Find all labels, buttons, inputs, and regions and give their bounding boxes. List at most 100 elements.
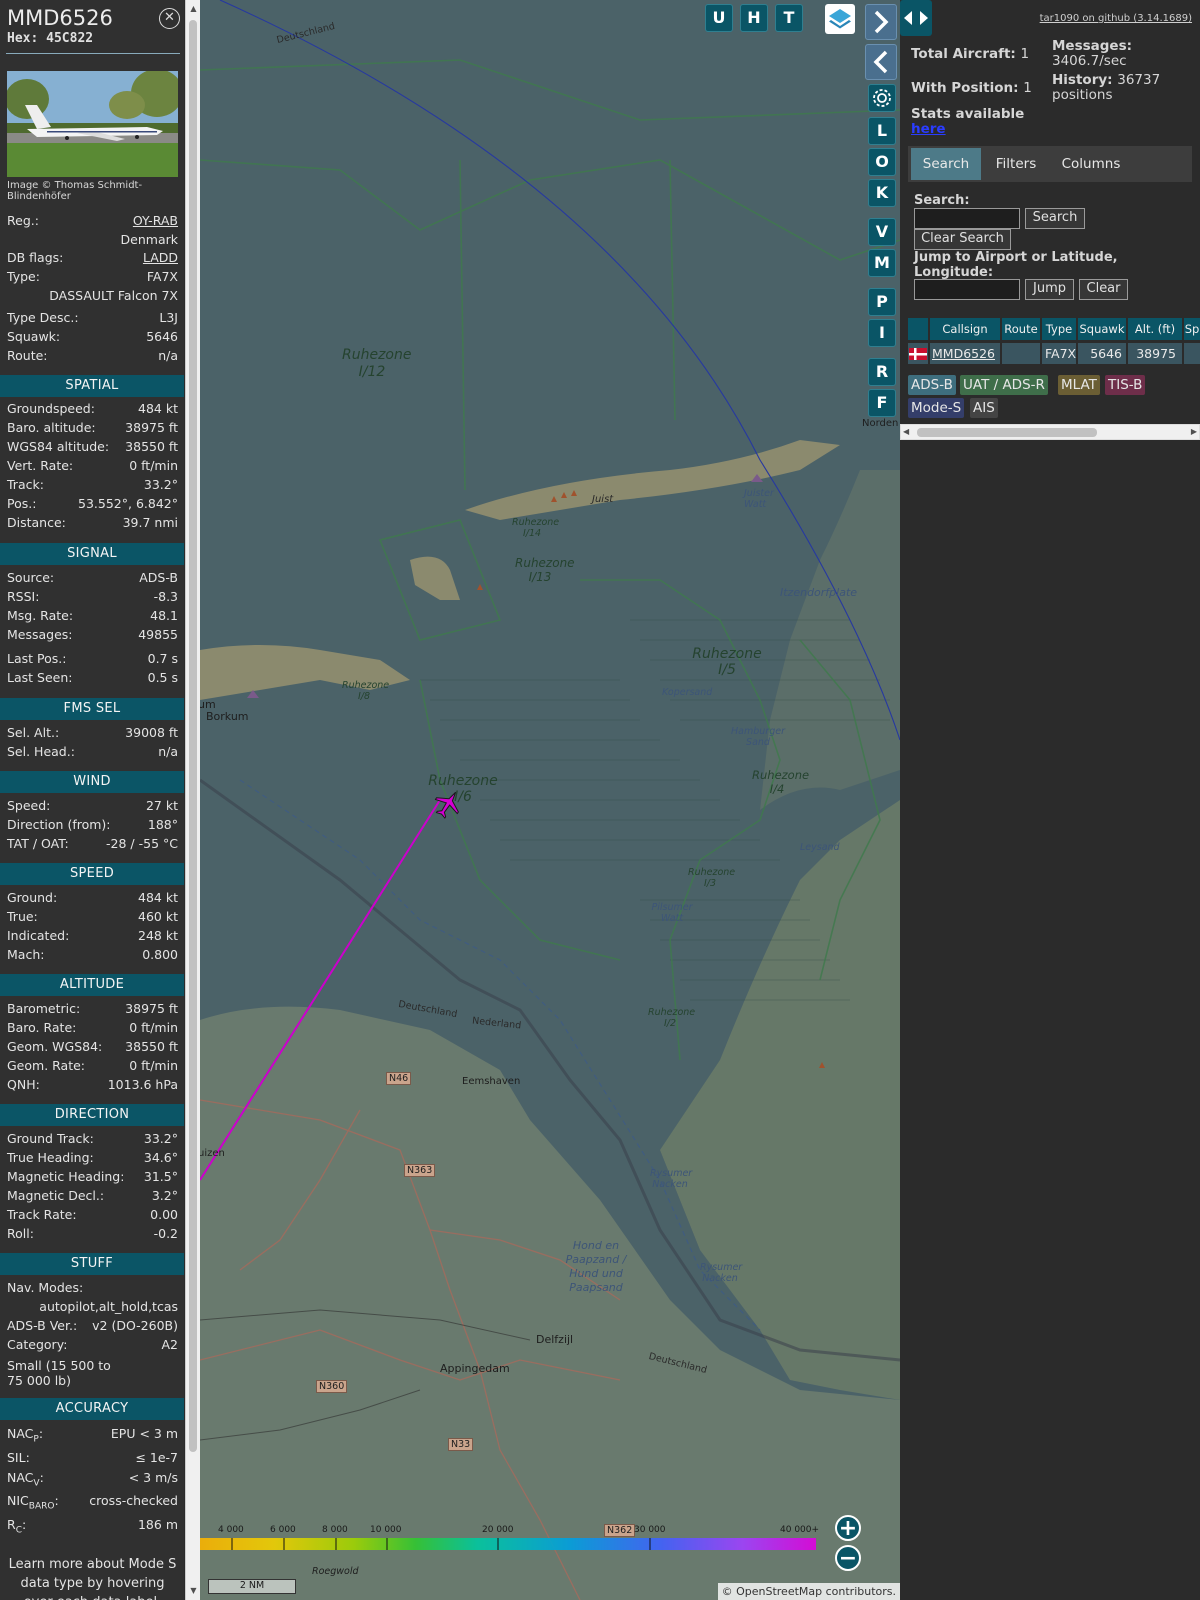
section-signal[interactable]: SIGNAL — [0, 543, 184, 565]
button-o[interactable]: O — [868, 148, 896, 176]
collapse-sidebar-button[interactable] — [865, 4, 897, 40]
button-i[interactable]: I — [868, 319, 896, 347]
signal-row: Messages: 49855 — [7, 627, 178, 642]
section-direction[interactable]: DIRECTION — [0, 1104, 184, 1126]
table-row-squawk: 5646 — [1078, 343, 1126, 364]
toggle-panel-button[interactable] — [900, 0, 932, 36]
button-r[interactable]: R — [868, 358, 896, 386]
spatial-row: Baro. altitude: 38975 ft — [7, 420, 178, 435]
column-header-callsign[interactable]: Callsign — [930, 318, 1000, 340]
section-stuff[interactable]: STUFF — [0, 1253, 184, 1275]
column-header-type[interactable]: Type — [1042, 318, 1076, 340]
altitude-row: Geom. WGS84: 38550 ft — [7, 1039, 178, 1054]
section-wind[interactable]: WIND — [0, 771, 184, 793]
map-label-ruhezone: Ruhezone I/13 — [515, 556, 575, 584]
map-label-norden: Norden — [862, 418, 899, 429]
section-fms-sel[interactable]: FMS SEL — [0, 698, 184, 720]
section-speed[interactable]: SPEED — [0, 863, 184, 885]
sil-row: SIL: ≤ 1e-7 — [7, 1450, 178, 1465]
legend-label: 8 000 — [322, 1525, 348, 1535]
spatial-row: Distance: 39.7 nmi — [7, 515, 178, 530]
road-shield: N46 — [386, 1072, 412, 1085]
reg-link[interactable]: OY-RAB — [133, 212, 178, 230]
badge-ais: AIS — [970, 398, 998, 418]
squawk-row: Squawk: 5646 — [7, 329, 178, 344]
adsb-version-row: ADS-B Ver.: v2 (DO-260B) — [7, 1318, 178, 1333]
search-input[interactable] — [914, 208, 1020, 229]
close-icon[interactable]: ✕ — [159, 8, 180, 29]
table-row-route — [1002, 343, 1040, 364]
badge-uat-adsr: UAT / ADS-R — [960, 375, 1048, 395]
github-link[interactable]: tar1090 on github (3.14.1689) — [1040, 13, 1192, 24]
table-row-speed — [1184, 343, 1200, 364]
stats-here-link[interactable]: here — [911, 121, 946, 137]
map-view[interactable]: Ruhezone I/12 Ruhezone I/14 Ruhezone I/1… — [200, 0, 900, 1600]
button-p[interactable]: P — [868, 288, 896, 316]
column-header-squawk[interactable]: Squawk — [1078, 318, 1126, 340]
map-attribution[interactable]: © OpenStreetMap contributors. — [717, 1583, 900, 1600]
section-altitude[interactable]: ALTITUDE — [0, 974, 184, 996]
tab-search[interactable]: Search — [911, 148, 981, 180]
sidebar-scrollbar[interactable]: ▲ ▼ — [185, 0, 200, 1600]
expand-sidebar-button[interactable] — [865, 44, 897, 80]
scrollbar-thumb[interactable] — [189, 20, 197, 1452]
type-full-row: DASSAULT Falcon 7X — [49, 288, 178, 303]
scroll-right-arrow-icon[interactable]: ▶ — [1191, 427, 1197, 436]
column-header-speed[interactable]: Sp — [1184, 318, 1200, 340]
button-h[interactable]: H — [740, 4, 768, 32]
zoom-out-button[interactable]: − — [835, 1545, 861, 1571]
scrollbar-thumb[interactable] — [917, 428, 1097, 437]
aircraft-photo[interactable] — [7, 71, 178, 177]
map-canvas[interactable] — [200, 0, 900, 1600]
spatial-row: Pos.: 53.552°, 6.842° — [7, 496, 178, 511]
road-shield: N360 — [316, 1380, 348, 1393]
speed-row: Mach: 0.800 — [7, 947, 178, 962]
dbflags-row: DB flags: LADD — [7, 249, 178, 267]
dbflags-link[interactable]: LADD — [143, 249, 178, 267]
button-k[interactable]: K — [868, 179, 896, 207]
section-accuracy[interactable]: ACCURACY — [0, 1398, 184, 1420]
with-position: With Position: 1 — [911, 80, 1032, 96]
column-header-route[interactable]: Route — [1002, 318, 1040, 340]
map-label-ruhezone: Ruhezone I/2 — [648, 1007, 696, 1029]
jump-button[interactable]: Jump — [1025, 279, 1074, 300]
scroll-up-arrow-icon[interactable]: ▲ — [186, 4, 201, 13]
button-f[interactable]: F — [868, 389, 896, 417]
direction-row: Ground Track: 33.2° — [7, 1131, 178, 1146]
settings-button[interactable] — [868, 84, 896, 112]
type-row: Type: FA7X — [7, 269, 178, 284]
map-label-eemshaven: Eemshaven — [462, 1076, 521, 1087]
nav-modes-value: autopilot,alt_hold,tcas — [39, 1299, 178, 1314]
map-scale: 2 NM — [208, 1579, 296, 1594]
section-spatial[interactable]: SPATIAL — [0, 375, 184, 397]
zoom-in-button[interactable]: + — [835, 1515, 861, 1541]
scroll-down-arrow-icon[interactable]: ▼ — [186, 1586, 201, 1595]
wind-row: Speed: 27 kt — [7, 798, 178, 813]
button-u[interactable]: U — [705, 4, 733, 32]
scroll-left-arrow-icon[interactable]: ◀ — [903, 427, 909, 436]
nicbaro-row: NICBARO: cross-checked — [7, 1493, 178, 1512]
rc-row: RC: 186 m — [7, 1517, 178, 1536]
clear-search-button[interactable]: Clear Search — [914, 229, 1011, 250]
map-label-rysumer-nacken: Rysumer Nacken — [700, 1262, 743, 1284]
table-row-callsign[interactable]: MMD6526 — [930, 343, 1000, 364]
column-header-altitude[interactable]: Alt. (ft) — [1128, 318, 1182, 340]
right-panel: tar1090 on github (3.14.1689) Total Airc… — [900, 0, 1200, 1600]
search-button[interactable]: Search — [1025, 208, 1085, 229]
messages-label: Messages: — [1052, 38, 1133, 54]
jump-input[interactable] — [914, 279, 1020, 300]
button-v[interactable]: V — [868, 218, 896, 246]
button-m[interactable]: M — [868, 249, 896, 277]
fms-row: Sel. Alt.: 39008 ft — [7, 725, 178, 740]
clear-button[interactable]: Clear — [1079, 279, 1128, 300]
layers-button[interactable] — [825, 4, 855, 34]
button-t[interactable]: T — [775, 4, 803, 32]
table-horizontal-scrollbar[interactable]: ◀ ▶ — [900, 424, 1200, 440]
altitude-row: Barometric: 38975 ft — [7, 1001, 178, 1016]
button-l[interactable]: L — [868, 117, 896, 145]
tab-filters[interactable]: Filters — [986, 148, 1046, 180]
flag-icon — [908, 343, 928, 364]
tab-columns[interactable]: Columns — [1050, 148, 1132, 180]
signal-row: Msg. Rate: 48.1 — [7, 608, 178, 623]
map-label-hamburger-sand: Hamburger Sand — [731, 726, 785, 748]
